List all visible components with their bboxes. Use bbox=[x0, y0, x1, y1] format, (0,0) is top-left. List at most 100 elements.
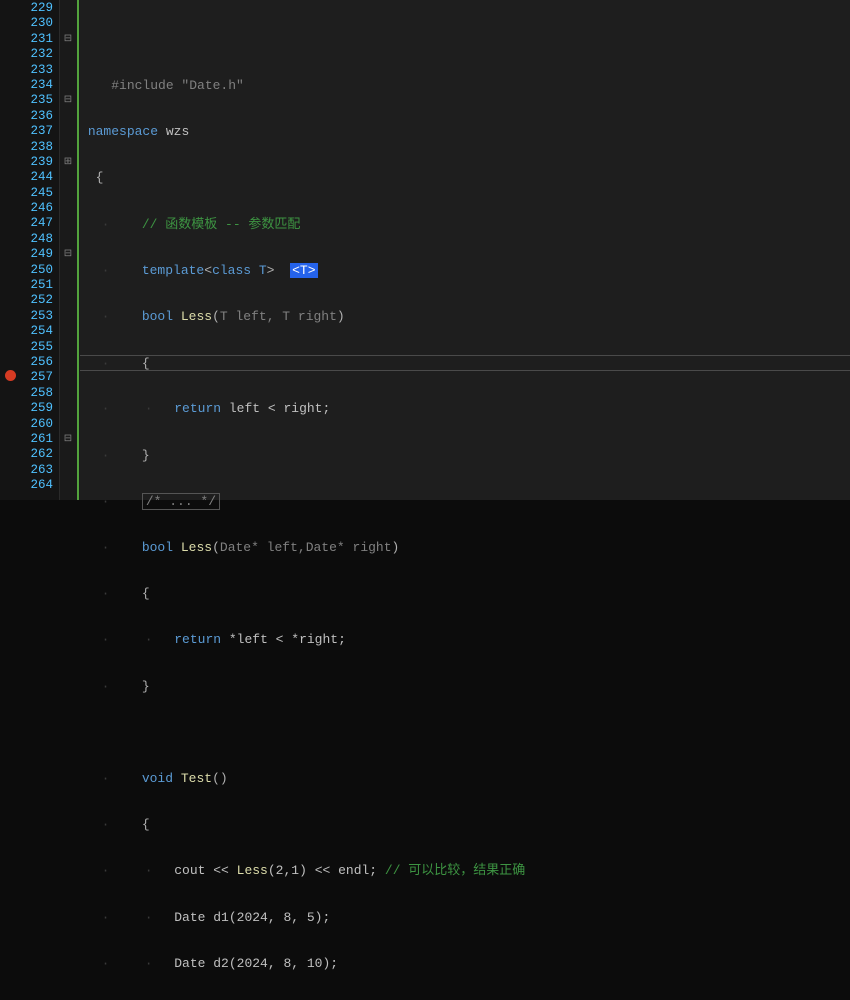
breakpoint-cell[interactable] bbox=[0, 78, 20, 93]
keyword-void: void bbox=[142, 771, 173, 786]
line-number: 247 bbox=[20, 216, 53, 231]
keyword-template: template bbox=[142, 263, 204, 278]
preprocessor-include: #include "Date.h" bbox=[111, 78, 244, 93]
breakpoint-cell[interactable] bbox=[0, 401, 20, 416]
breakpoint-cell[interactable] bbox=[0, 155, 20, 170]
breakpoint-cell[interactable] bbox=[0, 355, 20, 370]
breakpoint-cell[interactable] bbox=[0, 170, 20, 185]
fold-marker[interactable] bbox=[60, 63, 76, 78]
stmt-date-d2: Date d2(2024, 8, 10); bbox=[174, 956, 338, 971]
breakpoint-cell[interactable] bbox=[0, 93, 20, 108]
brace-open: { bbox=[96, 170, 104, 185]
stmt: cout << bbox=[174, 863, 236, 878]
breakpoint-cell[interactable] bbox=[0, 340, 20, 355]
fold-marker[interactable] bbox=[60, 140, 76, 155]
breakpoint-cell[interactable] bbox=[0, 293, 20, 308]
param-list: T left, T right bbox=[220, 309, 337, 324]
function-less-1: Less bbox=[181, 309, 212, 324]
fold-marker[interactable] bbox=[60, 386, 76, 401]
fold-marker[interactable] bbox=[60, 417, 76, 432]
line-number: 237 bbox=[20, 124, 53, 139]
brace-open: { bbox=[142, 586, 150, 601]
comment-template-desc: // 函数模板 -- 参数匹配 bbox=[142, 217, 301, 232]
breakpoint-cell[interactable] bbox=[0, 109, 20, 124]
fold-marker[interactable] bbox=[60, 370, 76, 385]
line-number-gutter: 2292302312322332342352362372382392442452… bbox=[20, 0, 60, 500]
breakpoint-cell[interactable] bbox=[0, 232, 20, 247]
folded-region[interactable]: /* ... */ bbox=[142, 493, 220, 510]
breakpoint-cell[interactable] bbox=[0, 417, 20, 432]
fold-marker[interactable] bbox=[60, 170, 76, 185]
line-number: 239 bbox=[20, 155, 53, 170]
breakpoint-cell[interactable] bbox=[0, 63, 20, 78]
fold-marker[interactable] bbox=[60, 78, 76, 93]
fold-marker[interactable] bbox=[60, 355, 76, 370]
breakpoint-cell[interactable] bbox=[0, 432, 20, 447]
breakpoint-cell[interactable] bbox=[0, 201, 20, 216]
brace-open: { bbox=[142, 817, 150, 832]
breakpoint-gutter[interactable] bbox=[0, 0, 20, 500]
breakpoint-cell[interactable] bbox=[0, 47, 20, 62]
fold-marker[interactable] bbox=[60, 278, 76, 293]
breakpoint-cell[interactable] bbox=[0, 386, 20, 401]
fold-marker[interactable]: ⊞ bbox=[60, 155, 76, 170]
fold-marker[interactable] bbox=[60, 447, 76, 462]
comment-result-ok: // 可以比较，结果正确 bbox=[385, 863, 525, 878]
brace-open: { bbox=[142, 356, 150, 371]
breakpoint-cell[interactable] bbox=[0, 32, 20, 47]
fold-marker[interactable] bbox=[60, 324, 76, 339]
fold-marker[interactable] bbox=[60, 232, 76, 247]
breakpoint-cell[interactable] bbox=[0, 478, 20, 493]
line-number: 238 bbox=[20, 140, 53, 155]
fold-marker[interactable] bbox=[60, 309, 76, 324]
fold-marker[interactable]: ⊟ bbox=[60, 32, 76, 47]
line-number: 255 bbox=[20, 340, 53, 355]
fold-marker[interactable] bbox=[60, 1, 76, 16]
fold-marker[interactable]: ⊟ bbox=[60, 432, 76, 447]
fold-marker[interactable] bbox=[60, 478, 76, 493]
function-test: Test bbox=[181, 771, 212, 786]
line-number: 231 bbox=[20, 32, 53, 47]
breakpoint-cell[interactable] bbox=[0, 124, 20, 139]
fold-marker[interactable] bbox=[60, 47, 76, 62]
breakpoint-cell[interactable] bbox=[0, 324, 20, 339]
breakpoint-cell[interactable] bbox=[0, 263, 20, 278]
line-number: 257 bbox=[20, 370, 53, 385]
template-param: class T bbox=[212, 263, 267, 278]
code-area[interactable]: #include "Date.h" namespace wzs { · // 函… bbox=[80, 0, 850, 500]
breakpoint-cell[interactable] bbox=[0, 447, 20, 462]
fold-marker[interactable] bbox=[60, 463, 76, 478]
fold-marker[interactable] bbox=[60, 263, 76, 278]
fold-marker[interactable]: ⊟ bbox=[60, 247, 76, 262]
breakpoint-cell[interactable] bbox=[0, 247, 20, 262]
breakpoint-cell[interactable] bbox=[0, 216, 20, 231]
fold-marker[interactable] bbox=[60, 16, 76, 31]
fold-marker[interactable] bbox=[60, 186, 76, 201]
line-number: 234 bbox=[20, 78, 53, 93]
breakpoint-cell[interactable] bbox=[0, 16, 20, 31]
fold-marker[interactable] bbox=[60, 124, 76, 139]
breakpoint-cell[interactable] bbox=[0, 140, 20, 155]
fold-marker[interactable] bbox=[60, 216, 76, 231]
breakpoint-cell[interactable] bbox=[0, 186, 20, 201]
brace-close: } bbox=[142, 448, 150, 463]
fold-marker[interactable] bbox=[60, 340, 76, 355]
function-less-2: Less bbox=[181, 540, 212, 555]
fold-marker[interactable] bbox=[60, 293, 76, 308]
breakpoint-cell[interactable] bbox=[0, 278, 20, 293]
fold-marker[interactable] bbox=[60, 201, 76, 216]
breakpoint-cell[interactable] bbox=[0, 463, 20, 478]
template-spec-highlight: <T> bbox=[290, 263, 317, 278]
line-number: 233 bbox=[20, 63, 53, 78]
breakpoint-icon[interactable] bbox=[5, 370, 16, 381]
fold-gutter[interactable]: ⊟ ⊟ ⊞ ⊟ ⊟ bbox=[60, 0, 76, 500]
fold-marker[interactable] bbox=[60, 401, 76, 416]
breakpoint-cell[interactable] bbox=[0, 309, 20, 324]
line-number: 256 bbox=[20, 355, 53, 370]
fold-marker[interactable] bbox=[60, 109, 76, 124]
code-editor[interactable]: 2292302312322332342352362372382392442452… bbox=[0, 0, 850, 500]
breakpoint-cell[interactable] bbox=[0, 1, 20, 16]
fold-marker[interactable]: ⊟ bbox=[60, 93, 76, 108]
breakpoint-cell[interactable] bbox=[0, 370, 20, 385]
line-number: 232 bbox=[20, 47, 53, 62]
